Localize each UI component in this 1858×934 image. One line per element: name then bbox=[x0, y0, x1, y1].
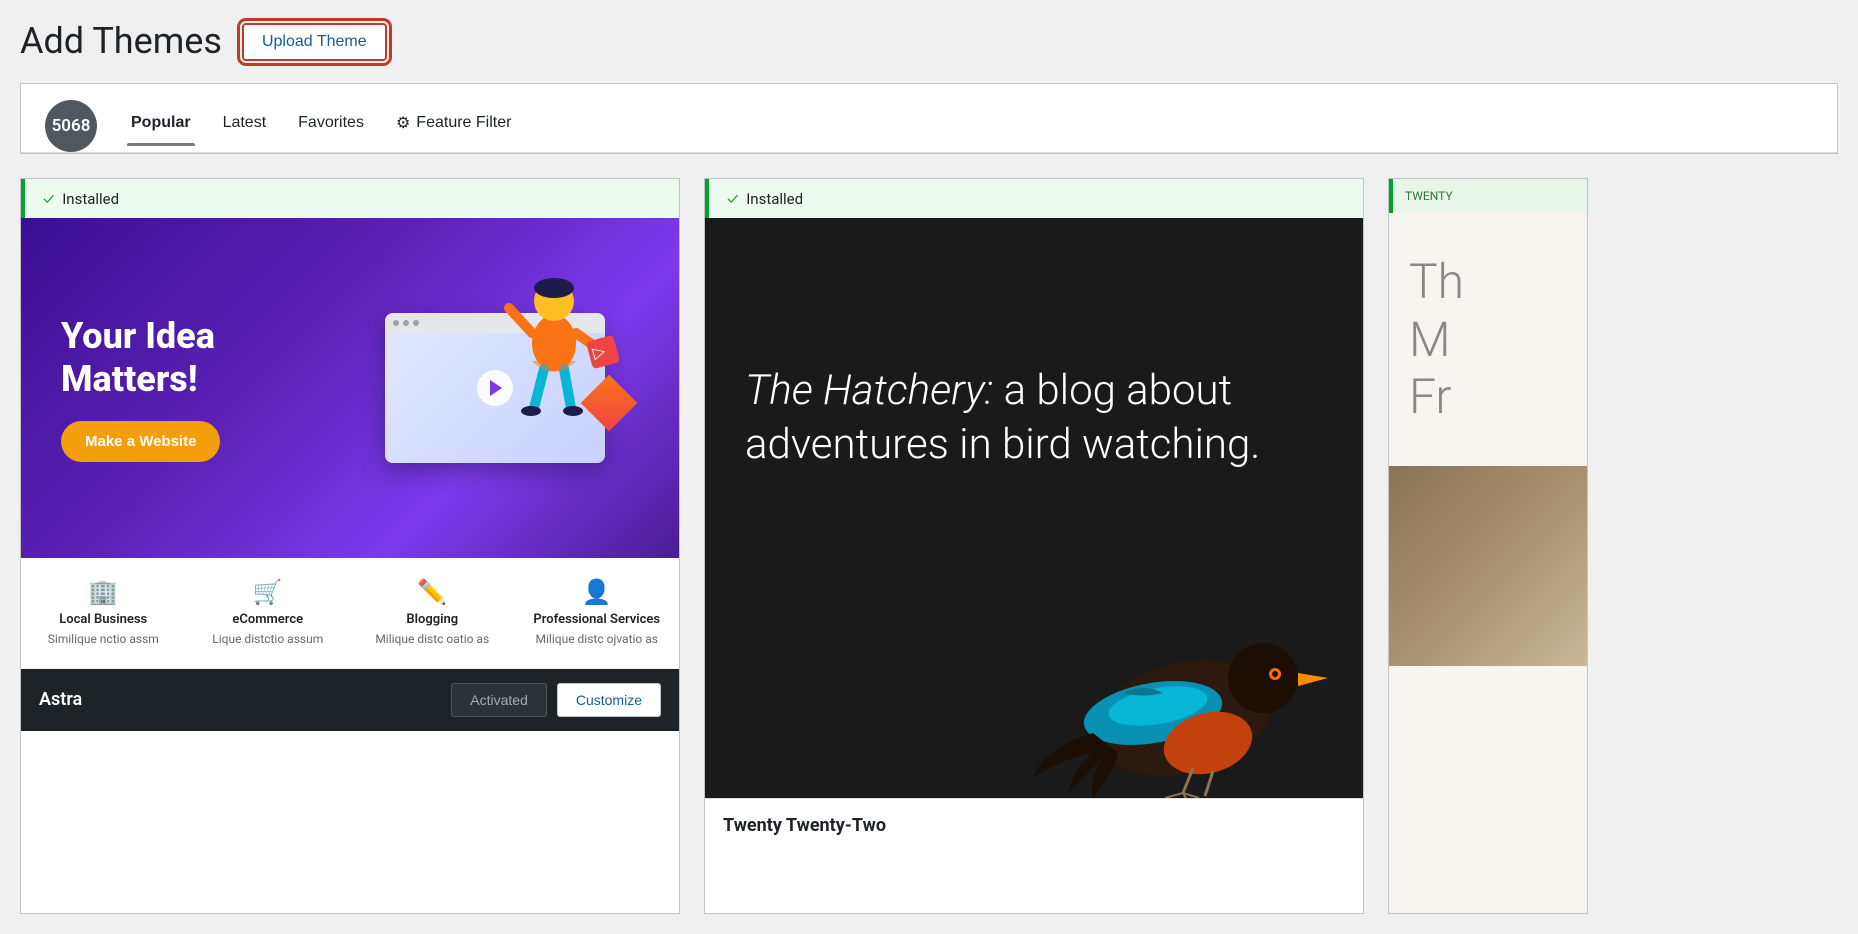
theme-count-badge: 5068 bbox=[45, 100, 97, 152]
feature-desc-2: Lique distctio assum bbox=[196, 631, 341, 648]
feature-desc-1: Similique nctio assm bbox=[31, 631, 176, 648]
astra-preview-right: ▷ bbox=[350, 313, 639, 463]
feature-filter-tab[interactable]: ⚙ Feature Filter bbox=[382, 105, 525, 147]
browser-dot-2 bbox=[403, 320, 409, 326]
feature-desc-3: Milique distc oatio as bbox=[360, 631, 505, 648]
feature-professional: 👤 Professional Services Milique distc oj… bbox=[515, 578, 680, 648]
theme-card-twenty-twenty-two: ✓ Installed The Hatchery: a blog about a… bbox=[704, 178, 1364, 914]
filter-divider bbox=[21, 152, 1837, 153]
play-triangle-icon bbox=[490, 380, 502, 396]
astra-card-footer: Astra Activated Customize bbox=[21, 669, 679, 731]
ttwo-preview: The Hatchery: a blog about adventures in… bbox=[705, 218, 1363, 798]
astra-theme-actions: Activated Customize bbox=[451, 683, 661, 717]
tab-popular[interactable]: Popular bbox=[117, 106, 205, 146]
tab-latest[interactable]: Latest bbox=[209, 106, 281, 146]
theme-card-astra: ✓ Installed Your Idea Matters! Make a We… bbox=[20, 178, 680, 914]
feature-ecommerce: 🛒 eCommerce Lique distctio assum bbox=[186, 578, 351, 648]
themes-grid: ✓ Installed Your Idea Matters! Make a We… bbox=[20, 178, 1838, 914]
theme-card-third-partial: TWENTY ThMFr bbox=[1388, 178, 1588, 914]
bird-svg bbox=[705, 578, 1363, 798]
astra-features-section: 🏢 Local Business Similique nctio assm 🛒 … bbox=[21, 558, 679, 669]
astra-cta-button[interactable]: Make a Website bbox=[61, 421, 220, 462]
ttwo-bird-illustration bbox=[705, 578, 1363, 798]
feature-desc-4: Milique distc ojvatio as bbox=[525, 631, 670, 648]
cart-icon: 🛒 bbox=[196, 578, 341, 606]
activated-button: Activated bbox=[451, 683, 547, 717]
astra-theme-name: Astra bbox=[39, 689, 82, 710]
check-icon-ttwo: ✓ bbox=[727, 189, 738, 208]
upload-theme-button[interactable]: Upload Theme bbox=[242, 23, 387, 61]
ttwo-text-area: The Hatchery: a blog about adventures in… bbox=[705, 218, 1363, 578]
third-card-image bbox=[1389, 466, 1587, 666]
check-icon: ✓ bbox=[43, 189, 54, 208]
browser-dot-3 bbox=[413, 320, 419, 326]
ttwo-italic-text: The Hatchery: bbox=[745, 366, 993, 415]
feature-title-1: Local Business bbox=[31, 612, 176, 627]
filter-tabs: Popular Latest Favorites ⚙ Feature Filte… bbox=[117, 105, 525, 147]
partial-label-text: TWENTY bbox=[1405, 189, 1453, 203]
third-card-preview: ThMFr bbox=[1389, 213, 1587, 914]
feature-local-business: 🏢 Local Business Similique nctio assm bbox=[21, 578, 186, 648]
ttwo-preview-text: The Hatchery: a blog about adventures in… bbox=[745, 364, 1323, 473]
browser-dot-1 bbox=[393, 320, 399, 326]
feature-title-2: eCommerce bbox=[196, 612, 341, 627]
customize-button[interactable]: Customize bbox=[557, 683, 661, 717]
astra-person-illustration: ▷ bbox=[489, 253, 619, 463]
ttwo-installed-label: Installed bbox=[746, 190, 803, 208]
partial-installed-banner: TWENTY bbox=[1389, 179, 1587, 213]
partial-title-text: ThMFr bbox=[1409, 253, 1464, 425]
person-icon: 👤 bbox=[525, 578, 670, 606]
play-button bbox=[477, 370, 513, 406]
feature-title-3: Blogging bbox=[360, 612, 505, 627]
astra-preview-title: Your Idea Matters! bbox=[61, 315, 350, 401]
feature-blogging: ✏️ Blogging Milique distc oatio as bbox=[350, 578, 515, 648]
third-card-text: ThMFr bbox=[1389, 213, 1587, 466]
page-header: Add Themes Upload Theme bbox=[20, 20, 1838, 63]
pencil-icon: ✏️ bbox=[360, 578, 505, 606]
astra-installed-label: Installed bbox=[62, 190, 119, 208]
tab-favorites[interactable]: Favorites bbox=[284, 106, 378, 146]
page-title: Add Themes bbox=[20, 20, 222, 63]
astra-preview: Your Idea Matters! Make a Website bbox=[21, 218, 679, 558]
building-icon: 🏢 bbox=[31, 578, 176, 606]
ttwo-card-footer: Twenty Twenty-Two bbox=[705, 798, 1363, 852]
ttwo-installed-banner: ✓ Installed bbox=[705, 179, 1363, 218]
astra-installed-banner: ✓ Installed bbox=[21, 179, 679, 218]
ttwo-theme-name: Twenty Twenty-Two bbox=[723, 815, 886, 836]
feature-title-4: Professional Services bbox=[525, 612, 670, 627]
filter-top-row: 5068 Popular Latest Favorites ⚙ Feature … bbox=[21, 84, 1837, 152]
gear-icon: ⚙ bbox=[396, 113, 410, 133]
filter-bar: 5068 Popular Latest Favorites ⚙ Feature … bbox=[20, 83, 1838, 154]
astra-preview-left: Your Idea Matters! Make a Website bbox=[61, 315, 350, 462]
